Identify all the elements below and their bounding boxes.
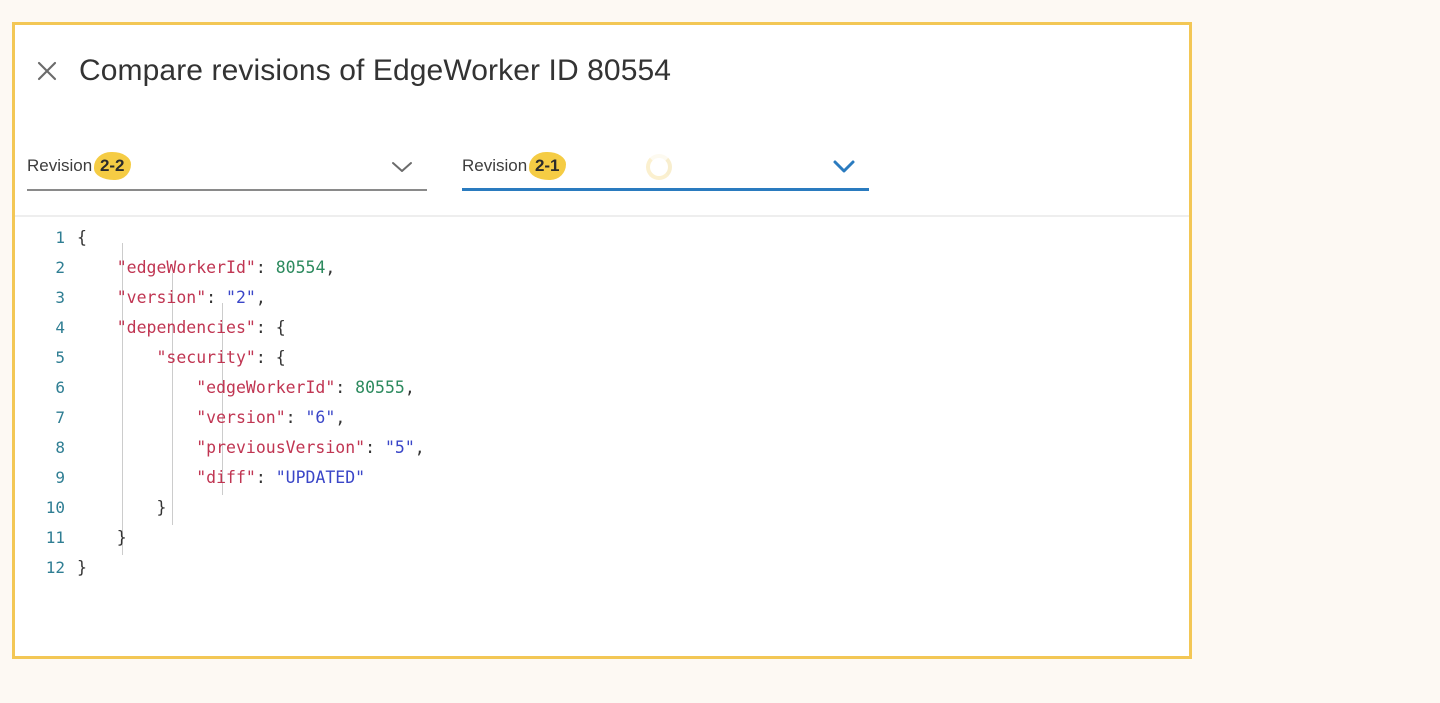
token-str: "2"	[226, 288, 256, 307]
line-number: 1	[15, 223, 77, 253]
token-key: "version"	[117, 288, 206, 307]
code-line-text: {	[77, 223, 87, 253]
token-key: "edgeWorkerId"	[196, 378, 335, 397]
page-root: Compare revisions of EdgeWorker ID 80554…	[0, 0, 1440, 703]
revision-left-label: Revision 2-2	[27, 156, 128, 178]
token-punct: ,	[415, 438, 425, 457]
token-punct: ,	[335, 408, 345, 427]
token-punct: {	[77, 228, 87, 247]
revision-left-select[interactable]: Revision 2-2	[27, 145, 427, 191]
code-line: 7 "version": "6",	[15, 403, 1189, 433]
code-line: 2 "edgeWorkerId": 80554,	[15, 253, 1189, 283]
code-line-text: }	[77, 523, 127, 553]
token-key: "version"	[196, 408, 285, 427]
line-number: 2	[15, 253, 77, 283]
code-line-text: "edgeWorkerId": 80554,	[77, 253, 335, 283]
code-line-text: "version": "2",	[77, 283, 266, 313]
line-number: 11	[15, 523, 77, 553]
token-key: "dependencies"	[117, 318, 256, 337]
line-number: 4	[15, 313, 77, 343]
revision-right-label: Revision 2-1	[462, 156, 563, 178]
compare-revisions-modal: Compare revisions of EdgeWorker ID 80554…	[12, 22, 1192, 659]
code-inner: 1{2 "edgeWorkerId": 80554,3 "version": "…	[15, 217, 1189, 583]
code-line-text: "version": "6",	[77, 403, 345, 433]
token-punct: }	[77, 558, 87, 577]
code-line: 1{	[15, 223, 1189, 253]
revision-right-select[interactable]: Revision 2-1	[462, 145, 869, 191]
token-punct: :	[206, 288, 226, 307]
line-number: 5	[15, 343, 77, 373]
token-key: "security"	[156, 348, 255, 367]
page-title: Compare revisions of EdgeWorker ID 80554	[79, 54, 671, 88]
code-line-text: }	[77, 553, 87, 583]
chevron-down-icon-active[interactable]	[831, 154, 857, 180]
code-line-text: "security": {	[77, 343, 286, 373]
code-line: 12}	[15, 553, 1189, 583]
token-str: "5"	[385, 438, 415, 457]
chevron-down-icon[interactable]	[389, 154, 415, 180]
token-str: "UPDATED"	[276, 468, 365, 487]
loading-spinner-icon	[646, 154, 672, 180]
token-punct: :	[335, 378, 355, 397]
code-line: 10 }	[15, 493, 1189, 523]
token-punct: ,	[325, 258, 335, 277]
revision-left-value: 2-2	[97, 156, 128, 176]
code-line: 9 "diff": "UPDATED"	[15, 463, 1189, 493]
code-line: 4 "dependencies": {	[15, 313, 1189, 343]
revision-selector-row: Revision 2-2 Revision 2-1	[15, 117, 1189, 215]
revision-left-prefix: Revision	[27, 156, 92, 175]
code-line-text: }	[77, 493, 166, 523]
token-punct: : {	[256, 348, 286, 367]
revision-right-value: 2-1	[532, 156, 563, 176]
code-line-text: "edgeWorkerId": 80555,	[77, 373, 415, 403]
line-number: 12	[15, 553, 77, 583]
token-punct: :	[256, 468, 276, 487]
json-code-viewer[interactable]: 1{2 "edgeWorkerId": 80554,3 "version": "…	[15, 215, 1189, 656]
close-icon[interactable]	[27, 51, 67, 91]
token-punct: ,	[256, 288, 266, 307]
modal-header: Compare revisions of EdgeWorker ID 80554	[15, 25, 1189, 117]
token-key: "edgeWorkerId"	[117, 258, 256, 277]
line-number: 7	[15, 403, 77, 433]
token-punct: :	[286, 408, 306, 427]
line-number: 9	[15, 463, 77, 493]
code-line: 3 "version": "2",	[15, 283, 1189, 313]
token-num: 80555	[355, 378, 405, 397]
revision-right-prefix: Revision	[462, 156, 527, 175]
line-number: 6	[15, 373, 77, 403]
code-lines: 1{2 "edgeWorkerId": 80554,3 "version": "…	[15, 223, 1189, 583]
code-line: 5 "security": {	[15, 343, 1189, 373]
token-str: "6"	[306, 408, 336, 427]
line-number: 10	[15, 493, 77, 523]
token-punct: :	[365, 438, 385, 457]
code-line: 11 }	[15, 523, 1189, 553]
token-num: 80554	[276, 258, 326, 277]
line-number: 3	[15, 283, 77, 313]
token-punct: ,	[405, 378, 415, 397]
code-line-text: "previousVersion": "5",	[77, 433, 425, 463]
token-punct: }	[156, 498, 166, 517]
code-line: 8 "previousVersion": "5",	[15, 433, 1189, 463]
token-punct: : {	[256, 318, 286, 337]
code-line-text: "diff": "UPDATED"	[77, 463, 365, 493]
token-key: "diff"	[196, 468, 256, 487]
code-line: 6 "edgeWorkerId": 80555,	[15, 373, 1189, 403]
token-key: "previousVersion"	[196, 438, 365, 457]
line-number: 8	[15, 433, 77, 463]
token-punct: :	[256, 258, 276, 277]
token-punct: }	[117, 528, 127, 547]
code-line-text: "dependencies": {	[77, 313, 286, 343]
